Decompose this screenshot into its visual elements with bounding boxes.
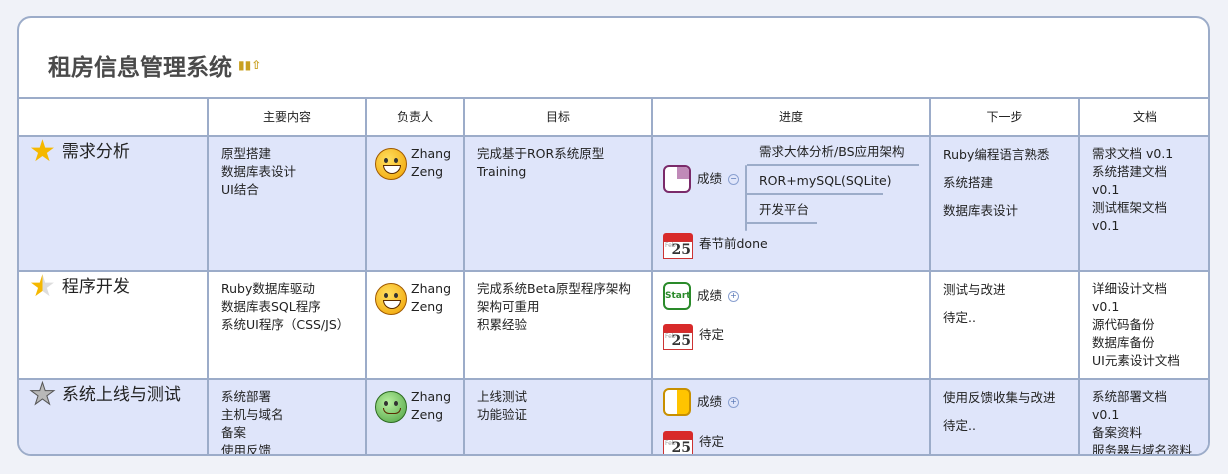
header-next: 下一步	[929, 97, 1080, 137]
calendar-icon: Feb 25	[663, 427, 693, 456]
content-item: 备案	[221, 425, 247, 440]
header-row: 主要内容 负责人 目标 进度 下一步 文档	[19, 97, 1208, 137]
owner-name: Zeng	[411, 407, 444, 422]
doc-item: UI元素设计文档	[1092, 353, 1180, 368]
header-content: 主要内容	[207, 97, 367, 137]
doc-item: 源代码备份	[1092, 317, 1155, 332]
goal-item: 完成基于ROR系统原型	[477, 146, 605, 161]
row-title[interactable]: ★ 系统上线与测试	[19, 377, 207, 412]
owner-name: Zeng	[411, 164, 444, 179]
header-owner: 负责人	[365, 97, 465, 137]
chart-icon: ▮▮⇧	[238, 58, 262, 72]
content-item: 数据库表设计	[221, 164, 297, 179]
smiley-face-icon	[375, 148, 407, 180]
calendar-icon: Feb 25	[663, 320, 693, 350]
progress-date: 待定	[699, 327, 725, 342]
content-item: 数据库表SQL程序	[221, 299, 321, 314]
owner-name: Zhang	[411, 281, 452, 296]
row-title[interactable]: ★ 需求分析	[19, 137, 207, 167]
progress-date: 春节前done	[699, 236, 768, 251]
goal-item: 架构可重用	[477, 299, 540, 314]
table-row: ★ 程序开发 Ruby数据库驱动 数据库表SQL程序系统UI程序（CSS/JS） Z…	[19, 270, 1208, 380]
progress-quarter-icon	[663, 165, 691, 193]
owner-name: Zhang	[411, 146, 452, 161]
goal-item: Training	[477, 164, 527, 179]
progress-branch[interactable]: 开发平台	[747, 201, 817, 224]
task-table: 主要内容 负责人 目标 进度 下一步 文档 ★ 需求分析 原型搭建数据库表设计 UI…	[19, 97, 1208, 456]
row-title[interactable]: ★ 程序开发	[19, 272, 207, 302]
progress-label: 成绩	[697, 288, 723, 303]
header-cell	[19, 97, 209, 137]
goal-item: 完成系统Beta原型程序架构	[477, 281, 631, 296]
doc-item: 备案资料	[1092, 425, 1143, 440]
content-item: Ruby数据库驱动	[221, 281, 315, 296]
next-step: 待定..	[943, 310, 976, 325]
next-step: 使用反馈收集与改进	[943, 390, 1056, 405]
page-title: 租房信息管理系统 ▮▮⇧	[48, 55, 262, 81]
progress-label: 成绩	[697, 171, 723, 186]
owner-name: Zhang	[411, 389, 452, 404]
mindmap-sheet: 租房信息管理系统 ▮▮⇧ 主要内容 负责人 目标 进度 下一步 文档 ★ 需求分析…	[17, 16, 1210, 456]
progress-label: 成绩	[697, 394, 723, 409]
calendar-day: 25	[671, 333, 691, 349]
progress-branch[interactable]: ROR+mySQL(SQLite)	[747, 172, 892, 195]
content-item: 使用反馈	[221, 443, 272, 456]
half-star-icon: ★	[29, 269, 56, 304]
doc-item: 数据库备份	[1092, 335, 1155, 350]
calendar-day: 25	[671, 440, 691, 456]
owner-name: Zeng	[411, 299, 444, 314]
doc-item: 需求文档 v0.1	[1092, 146, 1174, 161]
next-step: 系统搭建	[943, 175, 994, 190]
doc-item: 服务器与域名资料	[1092, 443, 1193, 456]
progress-half-icon	[663, 388, 691, 416]
header-progress: 进度	[651, 97, 931, 137]
goal-item: 积累经验	[477, 317, 528, 332]
collapse-icon[interactable]: −	[728, 173, 740, 185]
header-goal: 目标	[463, 97, 653, 137]
table-row: ★ 需求分析 原型搭建数据库表设计 UI结合 Zhang Zeng 完成基于ROR系统…	[19, 135, 1208, 272]
doc-item: 测试框架文档 v0.1	[1092, 200, 1168, 233]
content-item: 系统UI程序（CSS/JS）	[221, 317, 350, 332]
content-item: 主机与域名	[221, 407, 284, 422]
progress-branch[interactable]: 需求大体分析/BS应用架构	[747, 143, 919, 166]
progress-date: 待定	[699, 434, 725, 449]
next-step: Ruby编程语言熟悉	[943, 147, 1050, 162]
smiley-face-icon	[375, 283, 407, 315]
next-step: 数据库表设计	[943, 203, 1019, 218]
calendar-day: 25	[671, 242, 691, 258]
empty-star-icon: ★	[29, 377, 57, 412]
expand-icon[interactable]: +	[728, 290, 740, 302]
content-item: 原型搭建	[221, 146, 272, 161]
goal-item: 上线测试	[477, 389, 528, 404]
goal-item: 功能验证	[477, 407, 528, 422]
table-row: ★ 系统上线与测试 系统部署主机与域名备案使用反馈 Zhang Zeng 上线测试功…	[19, 377, 1208, 456]
doc-item: 详细设计文档 v0.1	[1092, 281, 1168, 314]
doc-item: 系统搭建文档 v0.1	[1092, 164, 1168, 197]
content-item: UI结合	[221, 182, 259, 197]
content-item: 系统部署	[221, 389, 272, 404]
gold-star-icon: ★	[29, 134, 56, 169]
start-icon: Start	[663, 282, 691, 310]
doc-item: 系统部署文档 v0.1	[1092, 389, 1168, 422]
expand-icon[interactable]: +	[728, 396, 740, 408]
smiley-face-icon	[375, 391, 407, 423]
next-step: 测试与改进	[943, 282, 1006, 297]
header-docs: 文档	[1078, 97, 1208, 137]
next-step: 待定..	[943, 418, 976, 433]
calendar-icon: Feb 25	[663, 229, 693, 259]
